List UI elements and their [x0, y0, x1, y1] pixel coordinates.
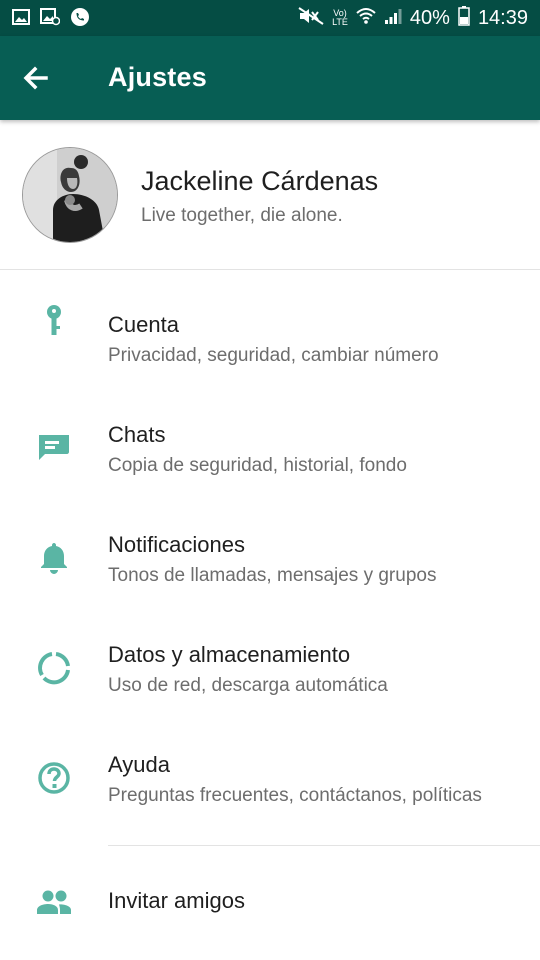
volte-indicator: Vo) LTE — [332, 9, 348, 27]
data-usage-icon — [38, 652, 70, 685]
menu-item-invite-friends[interactable]: Invitar amigos — [0, 846, 540, 956]
key-icon — [47, 305, 61, 335]
mute-icon — [298, 6, 324, 30]
status-bar: Vo) LTE 40% 14:39 — [0, 0, 540, 36]
menu-item-account[interactable]: Cuenta Privacidad, seguridad, cambiar nú… — [0, 270, 540, 380]
menu-item-notifications[interactable]: Notificaciones Tonos de llamadas, mensaj… — [0, 490, 540, 600]
signal-icon — [384, 7, 402, 30]
whatsapp-notification-icon — [70, 7, 90, 32]
menu-item-title: Cuenta — [108, 312, 179, 337]
back-button[interactable] — [18, 60, 54, 96]
menu-item-data-storage[interactable]: Datos y almacenamiento Uso de red, desca… — [0, 600, 540, 710]
avatar[interactable] — [22, 147, 118, 243]
menu-item-chats[interactable]: Chats Copia de seguridad, historial, fon… — [0, 380, 540, 490]
profile-photo — [23, 148, 117, 242]
arrow-back-icon — [23, 66, 48, 90]
status-bar-notifications — [12, 7, 90, 32]
menu-item-subtitle: Copia de seguridad, historial, fondo — [108, 455, 407, 476]
battery-icon — [458, 5, 470, 31]
menu-item-title: Invitar amigos — [108, 888, 245, 913]
wifi-icon — [356, 6, 376, 31]
menu-item-title: Notificaciones — [108, 532, 245, 557]
menu-item-subtitle: Preguntas frecuentes, contáctanos, polít… — [108, 785, 482, 806]
profile-name: Jackeline Cárdenas — [141, 166, 379, 196]
chat-icon — [39, 435, 69, 460]
menu-item-subtitle: Privacidad, seguridad, cambiar número — [108, 345, 439, 366]
people-icon — [37, 890, 71, 914]
photo-sync-icon — [40, 8, 61, 31]
battery-percentage: 40% — [409, 7, 450, 29]
menu-item-title: Datos y almacenamiento — [108, 642, 351, 667]
page-title: Ajustes — [108, 62, 207, 92]
menu-item-subtitle: Tonos de llamadas, mensajes y grupos — [108, 565, 437, 586]
menu-item-help[interactable]: Ayuda Preguntas frecuentes, contáctanos,… — [0, 710, 540, 820]
image-notification-icon — [12, 8, 30, 31]
clock: 14:39 — [477, 7, 528, 29]
profile-status: Live together, die alone. — [141, 205, 343, 226]
bell-icon — [41, 543, 67, 574]
help-icon — [38, 762, 70, 794]
status-bar-system: Vo) LTE 40% 14:39 — [298, 5, 528, 31]
lte-label: LTE — [332, 17, 348, 27]
menu-item-title: Chats — [108, 422, 166, 447]
app-bar: Ajustes — [0, 36, 540, 120]
menu-item-subtitle: Uso de red, descarga automática — [108, 675, 388, 696]
profile-row[interactable]: Jackeline Cárdenas Live together, die al… — [0, 120, 540, 270]
menu-item-title: Ayuda — [108, 752, 170, 777]
